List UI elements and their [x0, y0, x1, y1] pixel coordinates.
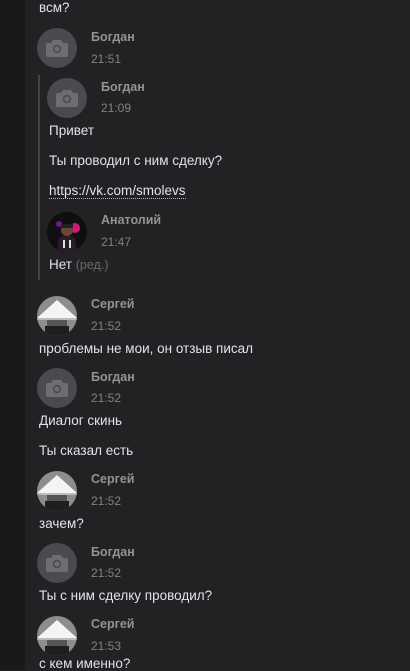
message-text: с кем именно? — [39, 656, 131, 671]
message-block — [37, 543, 77, 583]
avatar-photo-image — [47, 212, 87, 252]
avatar[interactable] — [37, 368, 77, 408]
camera-icon — [56, 90, 78, 107]
forwarded-text: Привет — [49, 123, 95, 138]
message-text: всм? — [39, 0, 70, 15]
message-block — [37, 296, 77, 336]
avatar[interactable] — [37, 543, 77, 583]
avatar-photo-image — [37, 616, 77, 656]
camera-icon — [46, 40, 68, 57]
sender-name[interactable]: Богдан — [91, 30, 135, 44]
message-text: Диалог скинь — [39, 413, 123, 428]
avatar[interactable] — [47, 212, 87, 252]
forwarded-text: Ты проводил с ним сделку? — [49, 153, 223, 168]
message-time[interactable]: 21:52 — [91, 391, 121, 405]
sender-name[interactable]: Богдан — [91, 370, 135, 384]
sender-name[interactable]: Сергей — [91, 297, 134, 311]
forward-bar — [38, 75, 40, 280]
avatar-photo-image — [37, 471, 77, 511]
left-strip — [0, 0, 25, 670]
message-time[interactable]: 21:52 — [91, 319, 121, 333]
message-text: Ты сказал есть — [39, 443, 134, 458]
avatar[interactable] — [37, 296, 77, 336]
message-block — [37, 28, 77, 68]
message-time[interactable]: 21:53 — [91, 639, 121, 653]
forwarded-time[interactable]: 21:09 — [101, 101, 131, 115]
sender-name[interactable]: Сергей — [91, 472, 134, 486]
edited-label: (ред.) — [75, 258, 109, 272]
message-text: проблемы не мои, он отзыв писал — [39, 341, 254, 356]
message-block — [37, 616, 77, 656]
chat-feed: всм? Богдан 21:51 Богдан 21:09 Привет Ты… — [25, 0, 410, 671]
message-block — [37, 368, 77, 408]
avatar[interactable] — [37, 28, 77, 68]
nested-text: Нет — [49, 257, 72, 272]
forwarded-link-wrap: https://vk.com/smolevs — [49, 183, 186, 199]
avatar[interactable] — [47, 78, 87, 118]
camera-icon — [46, 380, 68, 397]
message-time[interactable]: 21:52 — [91, 566, 121, 580]
nested-avatar-wrap — [47, 212, 87, 252]
nested-text-row: Нет (ред.) — [49, 257, 109, 272]
message-time[interactable]: 21:51 — [91, 52, 121, 66]
avatar[interactable] — [37, 471, 77, 511]
forwarded-sender-name[interactable]: Богдан — [101, 80, 145, 94]
forwarded-avatar — [47, 78, 87, 118]
camera-icon — [46, 555, 68, 572]
nested-sender-name[interactable]: Анатолий — [101, 213, 161, 227]
sender-name[interactable]: Сергей — [91, 617, 134, 631]
avatar-photo-image — [37, 296, 77, 336]
message-text: зачем? — [39, 516, 84, 531]
message-block — [37, 471, 77, 511]
avatar[interactable] — [37, 616, 77, 656]
forwarded-link[interactable]: https://vk.com/smolevs — [49, 183, 186, 199]
sender-name[interactable]: Богдан — [91, 545, 135, 559]
message-time[interactable]: 21:52 — [91, 494, 121, 508]
message-text: Ты с ним сделку проводил? — [39, 588, 213, 603]
nested-time[interactable]: 21:47 — [101, 235, 131, 249]
